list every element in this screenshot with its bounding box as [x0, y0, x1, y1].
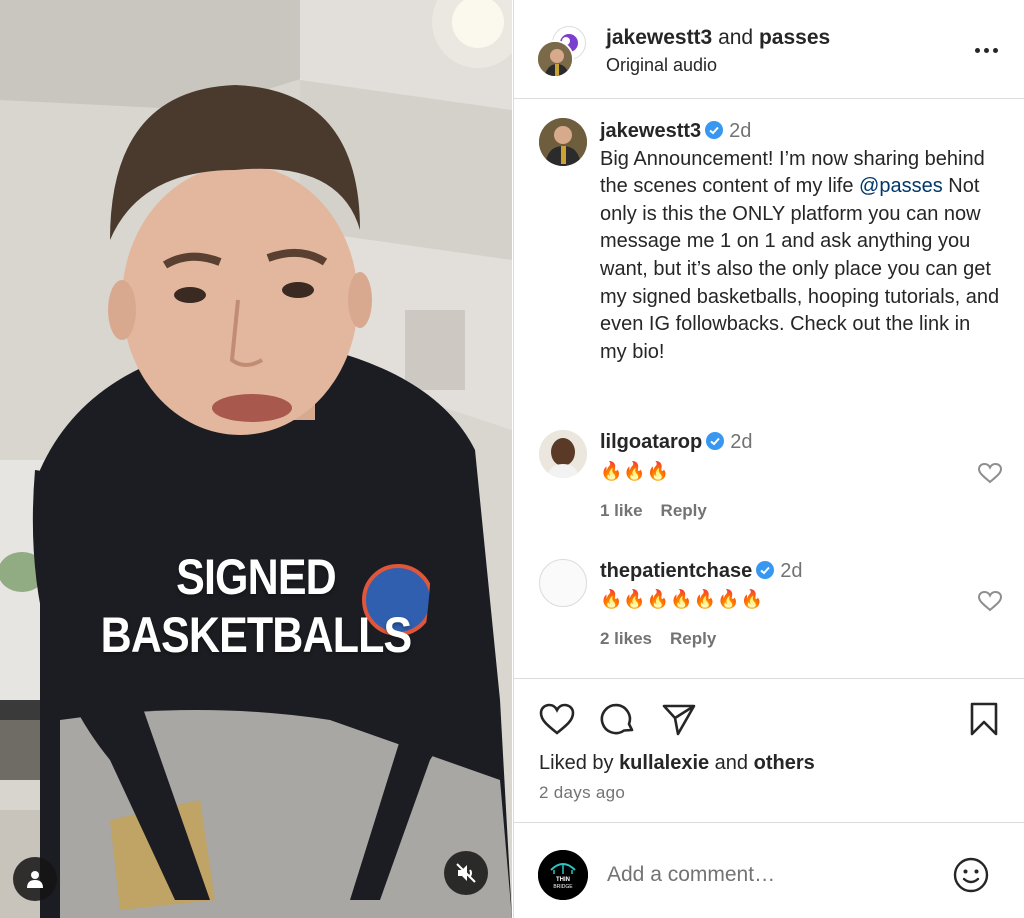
comment-time: 2d [730, 431, 753, 453]
liked-by-prefix: Liked by [539, 752, 620, 774]
liked-by-summary: Liked by kullalexie and others [539, 752, 815, 775]
like-heart-icon[interactable] [538, 700, 576, 738]
comment-meta: 1 like Reply [600, 501, 725, 521]
collab-avatars[interactable] [536, 24, 588, 78]
comment-input[interactable] [607, 859, 927, 891]
comment-text: 🔥🔥🔥🔥🔥🔥🔥 [600, 589, 764, 609]
add-comment-bar: THIN BRIDGE [514, 822, 1024, 918]
video-text-overlay: SIGNED BASKETBALLS [100, 549, 413, 663]
comment-avatar[interactable] [539, 430, 587, 478]
author-avatar-image [538, 42, 572, 76]
author-avatar[interactable] [536, 40, 574, 78]
actions-divider [514, 678, 1024, 679]
muted-speaker-icon [456, 863, 476, 883]
comment-reply-button[interactable]: Reply [661, 501, 707, 520]
comment-username-link[interactable]: thepatientchase [600, 560, 752, 582]
comment-like-heart-icon[interactable] [977, 461, 1003, 485]
post-date[interactable]: 2 days ago [539, 783, 625, 803]
user-icon [27, 871, 43, 888]
video-frame [0, 0, 512, 918]
comment-avatar-image [539, 430, 587, 478]
post-caption: jakewestt3 2d Big Announcement! I’m now s… [600, 118, 1000, 366]
verified-badge-icon [705, 121, 724, 139]
comment-reply-button[interactable]: Reply [670, 629, 716, 648]
liked-by-user-link[interactable]: kullalexie [619, 752, 709, 774]
bookmark-icon[interactable] [965, 700, 1003, 738]
header-connector: and [712, 26, 759, 49]
comment-avatar[interactable] [539, 559, 587, 607]
tagged-users-button[interactable] [13, 857, 57, 901]
avatar-text-line-2: BRIDGE [553, 884, 573, 890]
more-icon [974, 47, 980, 53]
header-title: jakewestt3 and passes [606, 26, 830, 50]
post-panel: jakewestt3 and passes Original audio jak… [513, 0, 1024, 918]
current-user-avatar-image: THIN BRIDGE [538, 850, 588, 900]
comment-likes-link[interactable]: 1 like [600, 501, 643, 520]
caption-author-avatar-image [539, 118, 587, 166]
verified-badge-icon [756, 561, 775, 579]
comment-likes-link[interactable]: 2 likes [600, 629, 652, 648]
comment-header: thepatientchase 2d [600, 560, 803, 583]
comment-meta: 2 likes Reply [600, 629, 734, 649]
caption-time: 2d [729, 120, 752, 142]
more-options-button[interactable] [970, 36, 1002, 64]
comment-text: 🔥🔥🔥 [600, 461, 671, 481]
collaborator-username-link[interactable]: passes [759, 26, 830, 49]
caption-username-link[interactable]: jakewestt3 [600, 120, 701, 142]
current-user-avatar[interactable]: THIN BRIDGE [538, 850, 588, 900]
share-icon[interactable] [660, 700, 698, 738]
verified-badge-icon [706, 432, 725, 450]
comment-time: 2d [780, 560, 803, 582]
liked-by-mid: and [709, 752, 754, 774]
comment-icon[interactable] [599, 700, 637, 738]
mute-toggle-button[interactable] [444, 851, 488, 895]
post-header: jakewestt3 and passes Original audio [514, 0, 1024, 99]
reel-video[interactable]: SIGNED BASKETBALLS [0, 0, 512, 918]
comment-like-heart-icon[interactable] [977, 589, 1003, 613]
caption-text-part-2: Not only is this the ONLY platform you c… [600, 175, 1000, 363]
author-username-link[interactable]: jakewestt3 [606, 26, 712, 49]
audio-link[interactable]: Original audio [606, 55, 717, 76]
emoji-icon[interactable] [952, 856, 990, 894]
mention-link[interactable]: @passes [859, 175, 943, 197]
liked-by-others-link[interactable]: others [754, 752, 815, 774]
avatar-text-line-1: THIN [556, 877, 570, 883]
comment-username-link[interactable]: lilgoatarop [600, 431, 702, 453]
comment-header: lilgoatarop 2d [600, 431, 752, 454]
caption-author-avatar[interactable] [539, 118, 587, 166]
